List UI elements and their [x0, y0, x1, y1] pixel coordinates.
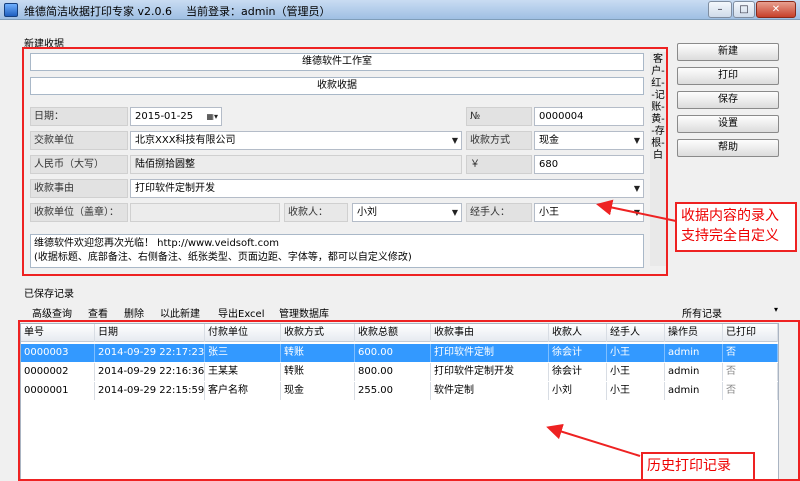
title-bar: 维德简洁收据打印专家 v2.0.6 当前登录：admin（管理员） – □ ✕	[0, 0, 800, 20]
export-excel-button[interactable]: 导出Excel	[218, 305, 265, 320]
manage-database-button[interactable]: 管理数据库	[279, 305, 329, 320]
minimize-button[interactable]: –	[708, 1, 732, 18]
view-button[interactable]: 查看	[88, 305, 108, 320]
history-callout: 历史打印记录	[641, 452, 755, 481]
new-from-record-button[interactable]: 以此新建	[160, 305, 200, 320]
app-icon	[4, 3, 18, 17]
advanced-search-button[interactable]: 高级查询	[32, 305, 72, 320]
print-button[interactable]: 打印	[677, 67, 779, 85]
form-highlight-box	[22, 47, 668, 276]
chevron-down-icon[interactable]: ▾	[774, 305, 778, 314]
settings-button[interactable]: 设置	[677, 115, 779, 133]
section-saved-records: 已保存记录	[24, 289, 74, 300]
login-status: 当前登录：admin（管理员）	[186, 5, 331, 18]
record-filter-select[interactable]: 所有记录 ▾	[682, 305, 778, 320]
window-title: 维德简洁收据打印专家 v2.0.6 当前登录：admin（管理员）	[24, 3, 330, 19]
help-button[interactable]: 帮助	[677, 139, 779, 157]
close-button[interactable]: ✕	[756, 1, 796, 18]
record-filter-value: 所有记录	[682, 309, 722, 320]
delete-button[interactable]: 删除	[124, 305, 144, 320]
new-button[interactable]: 新建	[677, 43, 779, 61]
save-button[interactable]: 保存	[677, 91, 779, 109]
maximize-button[interactable]: □	[733, 1, 755, 18]
form-callout: 收据内容的录入 支持完全自定义	[675, 202, 797, 252]
app-title: 维德简洁收据打印专家 v2.0.6	[24, 5, 172, 18]
